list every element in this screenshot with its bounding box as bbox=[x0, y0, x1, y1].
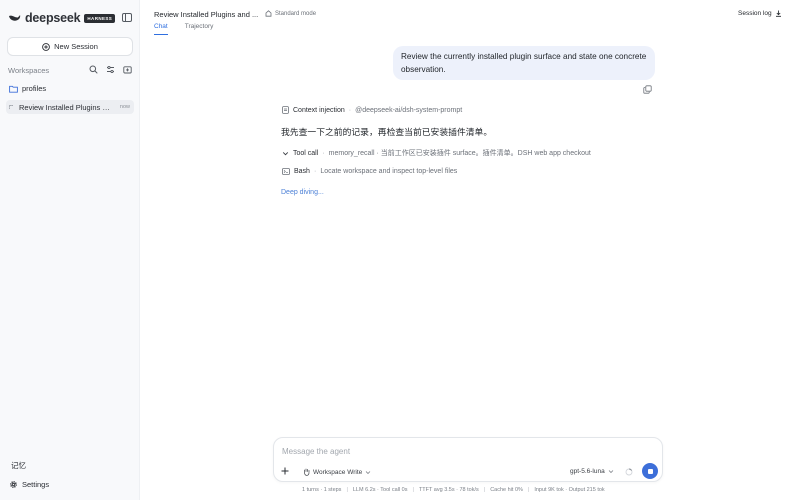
sidebar-toggle-icon[interactable] bbox=[122, 13, 132, 22]
session-item[interactable]: Review Installed Plugins and... now bbox=[6, 100, 134, 114]
memory-link[interactable]: 记忆 bbox=[11, 460, 26, 471]
step-detail: memory_recall · 当前工作区已安装插件 surface。插件清单。… bbox=[328, 150, 591, 157]
settings-button[interactable]: Settings bbox=[9, 480, 49, 489]
step-context-injection[interactable]: Context injection · @deepseek-ai/dsh-sys… bbox=[282, 106, 462, 114]
session-log-label: Session log bbox=[738, 10, 772, 17]
new-folder-icon[interactable] bbox=[123, 65, 132, 74]
document-icon bbox=[282, 106, 289, 114]
mode-indicator[interactable]: Standard mode bbox=[265, 10, 316, 17]
stat-tokens: Input 9K tok · Output 215 tok bbox=[534, 487, 605, 493]
access-mode-label: Workspace Write bbox=[313, 468, 363, 476]
cloud-icon bbox=[265, 10, 272, 17]
whale-logo-icon bbox=[8, 13, 21, 23]
step-detail: Locate workspace and inspect top-level f… bbox=[320, 168, 458, 175]
hand-icon bbox=[303, 468, 310, 476]
page-title: Review Installed Plugins and ... bbox=[154, 10, 259, 19]
stat-turns: 1 turns · 1 steps bbox=[302, 487, 342, 493]
stat-divider: | bbox=[527, 487, 530, 493]
copy-icon[interactable] bbox=[643, 85, 652, 94]
step-bash[interactable]: Bash · Locate workspace and inspect top-… bbox=[282, 168, 457, 175]
chevron-down-icon bbox=[608, 469, 614, 474]
new-session-label: New Session bbox=[54, 42, 98, 51]
stat-divider: | bbox=[412, 487, 414, 493]
workspaces-header: Workspaces bbox=[8, 65, 132, 75]
thinking-status: Deep diving... bbox=[281, 189, 324, 196]
step-separator: · bbox=[313, 168, 317, 175]
step-kind: Context injection bbox=[293, 106, 345, 114]
session-log-button[interactable]: Session log bbox=[738, 10, 782, 17]
session-time: now bbox=[119, 104, 130, 110]
stat-llm: LLM 6.2s · Tool call 0s bbox=[352, 487, 408, 493]
step-separator: · bbox=[348, 106, 352, 114]
folder-icon bbox=[9, 85, 18, 93]
stop-button[interactable] bbox=[642, 463, 658, 479]
download-icon bbox=[775, 10, 782, 17]
composer: Message the agent Workspace Write gpt-5.… bbox=[273, 437, 663, 482]
step-tool-call[interactable]: Tool call · memory_recall · 当前工作区已安装插件 s… bbox=[282, 148, 591, 158]
step-separator: · bbox=[322, 149, 325, 157]
step-kind: Tool call bbox=[293, 149, 319, 157]
chevron-down-icon bbox=[282, 150, 289, 157]
tab-trajectory[interactable]: Trajectory bbox=[185, 23, 214, 35]
stats-bar: 1 turns · 1 steps | LLM 6.2s · Tool call… bbox=[302, 487, 605, 493]
chevron-down-icon bbox=[365, 470, 371, 475]
search-icon[interactable] bbox=[89, 65, 98, 74]
model-select[interactable]: gpt-5.6-luna bbox=[570, 468, 614, 475]
stat-divider: | bbox=[483, 487, 486, 493]
workspace-folder[interactable]: profiles bbox=[9, 84, 46, 93]
context-ring-icon[interactable] bbox=[625, 468, 633, 476]
stat-cache: Cache hit 0% bbox=[490, 487, 523, 493]
folder-label: profiles bbox=[22, 84, 47, 93]
sidebar: deepseek HARNESS New Session Workspaces bbox=[0, 0, 140, 500]
tab-bar: Chat Trajectory bbox=[154, 23, 213, 35]
stat-ttft: TTFT avg 3.5s · 78 tok/s bbox=[418, 487, 479, 493]
settings-label: Settings bbox=[22, 480, 50, 489]
session-label: Review Installed Plugins and... bbox=[19, 102, 113, 112]
workspaces-title: Workspaces bbox=[8, 65, 50, 75]
step-kind: Bash bbox=[294, 168, 310, 175]
sliders-icon[interactable] bbox=[106, 65, 115, 74]
new-session-button[interactable]: New Session bbox=[7, 37, 133, 56]
tab-chat[interactable]: Chat bbox=[154, 23, 168, 35]
brand-name: deepseek bbox=[25, 11, 81, 25]
stat-divider: | bbox=[346, 487, 348, 493]
mode-label: Standard mode bbox=[275, 10, 317, 17]
model-label: gpt-5.6-luna bbox=[570, 468, 605, 475]
step-detail: @deepseek-ai/dsh-system-prompt bbox=[355, 106, 463, 114]
assistant-reply: 我先查一下之前的记录，再检查当前已安装插件清单。 bbox=[281, 128, 493, 138]
brand-badge: HARNESS bbox=[84, 13, 116, 23]
user-message: Review the currently installed plugin su… bbox=[393, 46, 655, 80]
terminal-icon bbox=[282, 168, 290, 175]
plus-circle-icon bbox=[42, 42, 50, 51]
stop-icon bbox=[647, 468, 653, 474]
message-input[interactable]: Message the agent bbox=[282, 447, 350, 456]
brand[interactable]: deepseek HARNESS bbox=[8, 11, 116, 25]
access-mode-select[interactable]: Workspace Write bbox=[303, 468, 371, 476]
spinner-icon bbox=[9, 104, 14, 110]
gear-icon bbox=[9, 480, 18, 489]
plus-icon[interactable] bbox=[280, 466, 290, 476]
